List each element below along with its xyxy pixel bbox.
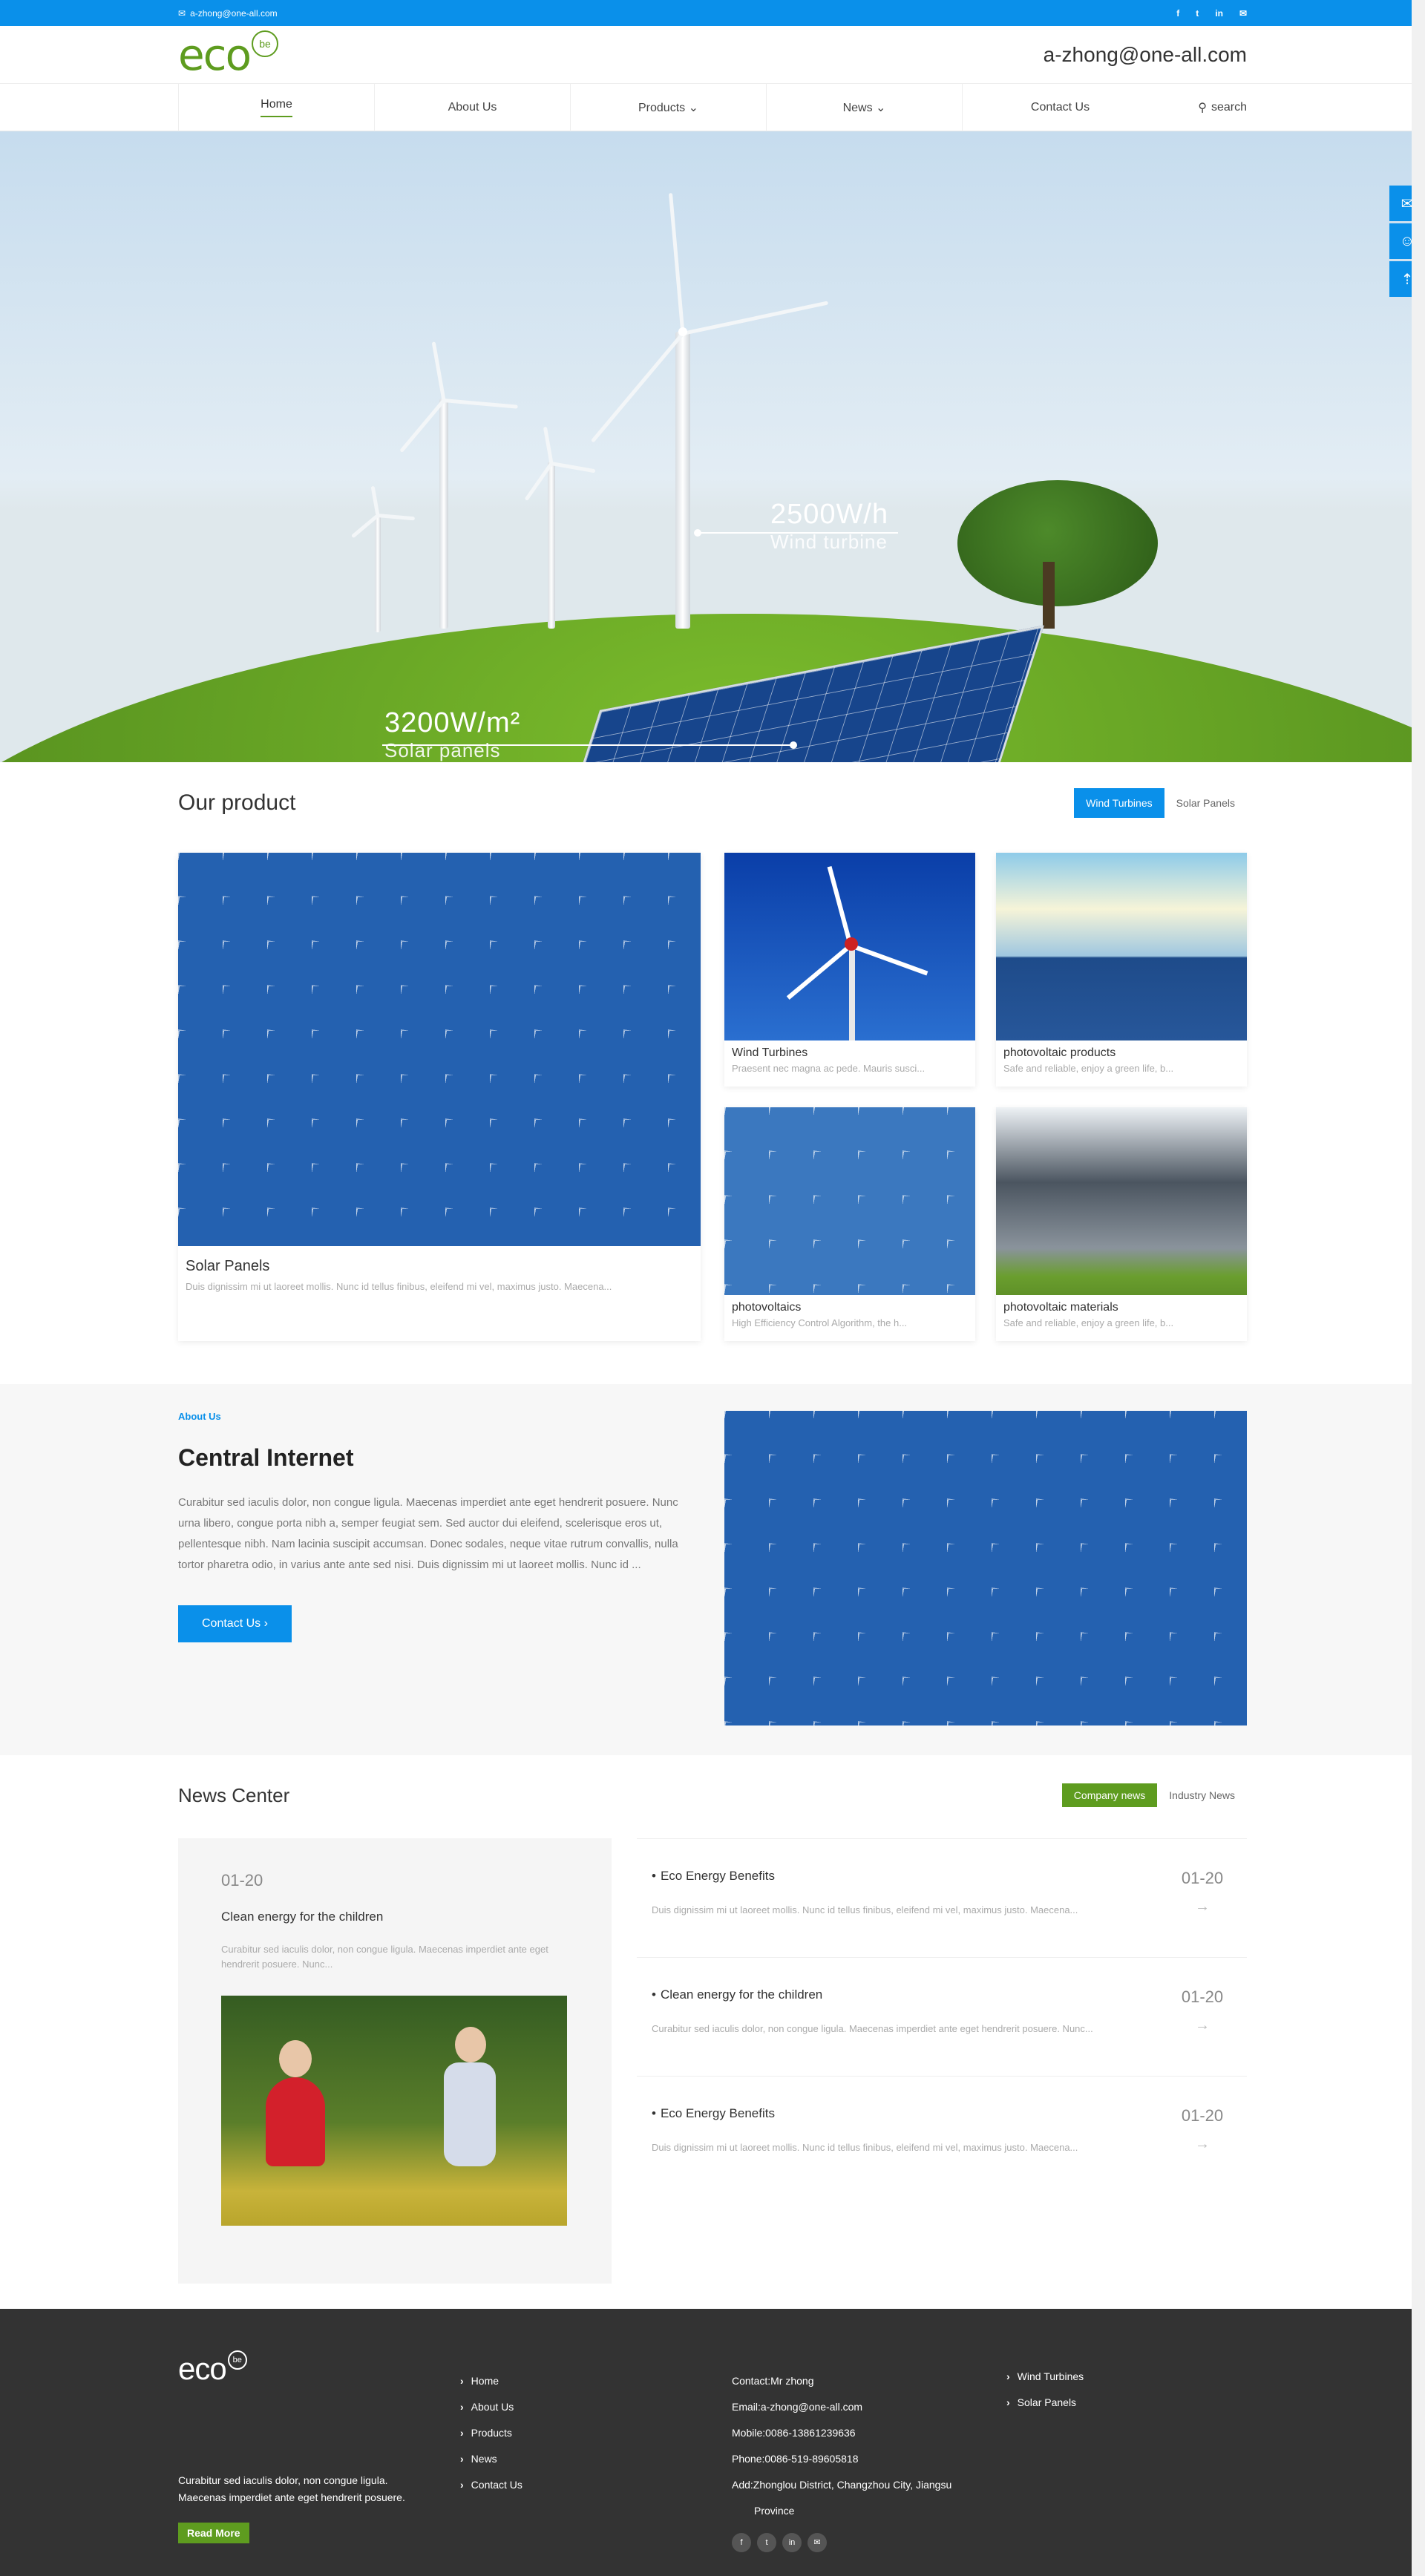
news-excerpt: Curabitur sed iaculis dolor, non congue …: [221, 1944, 548, 1970]
footer-text: Curabitur sed iaculis dolor, non congue …: [178, 2474, 405, 2503]
product-tabs: Wind Turbines Solar Panels: [1074, 788, 1247, 818]
product-card[interactable]: photovoltaic products Safe and reliable,…: [996, 853, 1247, 1087]
nav-about[interactable]: About Us: [374, 84, 570, 131]
facebook-icon[interactable]: f: [1176, 8, 1179, 19]
nav-contact[interactable]: Contact Us: [962, 84, 1158, 131]
nav-news[interactable]: News ⌄: [766, 84, 962, 131]
arrow-right-icon[interactable]: →: [1173, 1898, 1232, 1915]
arrow-right-icon[interactable]: →: [1173, 2017, 1232, 2034]
news-date: 01-20: [221, 1871, 263, 1890]
solar-callout-dot: [790, 741, 797, 749]
topbar-social: f t in ✉: [1176, 8, 1247, 19]
arrow-right-icon[interactable]: →: [1173, 2136, 1232, 2153]
search-icon: ⚲: [1198, 102, 1207, 114]
wind-callout-dot: [694, 529, 701, 537]
turbine-hub: [678, 327, 687, 336]
products-title: Our product: [178, 790, 296, 815]
news-section: News Center Company news Industry News 0…: [178, 1783, 1247, 2284]
tab-solar-panels[interactable]: Solar Panels: [1164, 788, 1247, 818]
news-list: Eco Energy BenefitsDuis dignissim mi ut …: [637, 1838, 1247, 2284]
product-image: [724, 1107, 975, 1295]
turbine-blade: [399, 399, 445, 453]
tab-wind-turbines[interactable]: Wind Turbines: [1074, 788, 1164, 818]
turbine-blade: [668, 193, 685, 334]
footer: eco be Curabitur sed iaculis dolor, non c…: [0, 2309, 1425, 2576]
turbine-blade: [377, 514, 416, 521]
product-image: [996, 853, 1247, 1040]
linkedin-icon[interactable]: in: [1215, 8, 1223, 19]
footer-contact: Contact:Mr zhong Email:a-zhong@one-all.c…: [732, 2353, 1006, 2552]
footer-logo[interactable]: eco be: [178, 2350, 460, 2385]
read-more-button[interactable]: Read More: [178, 2523, 249, 2543]
email-icon[interactable]: ✉: [1239, 8, 1247, 19]
product-card[interactable]: photovoltaic materials Safe and reliable…: [996, 1107, 1247, 1341]
linkedin-icon[interactable]: in: [782, 2533, 802, 2552]
nav-home[interactable]: Home: [178, 84, 374, 131]
news-list-item[interactable]: Clean energy for the childrenCurabitur s…: [637, 1957, 1247, 2076]
search-button[interactable]: ⚲ search: [1158, 84, 1247, 131]
footer-links: Home About Us Products News Contact Us: [460, 2353, 732, 2552]
scrollbar[interactable]: [1412, 0, 1425, 2576]
header-email[interactable]: a-zhong@one-all.com: [1044, 43, 1247, 67]
product-card-featured[interactable]: Solar Panels Duis dignissim mi ut laoree…: [178, 853, 701, 1341]
news-image: [221, 1996, 567, 2226]
turbine-tower: [675, 332, 690, 629]
contact-us-button[interactable]: Contact Us ›: [178, 1605, 292, 1642]
turbine-blade: [682, 301, 829, 335]
turbine-blade: [443, 399, 518, 409]
footer-link-about[interactable]: About Us: [460, 2394, 732, 2420]
main-nav: Home About Us Products ⌄ News ⌄ Contact …: [0, 84, 1425, 131]
footer-link-home[interactable]: Home: [460, 2368, 732, 2394]
tree-trunk: [1043, 562, 1055, 629]
product-image: [724, 853, 975, 1040]
footer-product-solar[interactable]: Solar Panels: [1006, 2390, 1084, 2416]
news-tabs: Company news Industry News: [1061, 1783, 1247, 1807]
turbine-tower: [375, 514, 381, 632]
solar-callout: 3200W/m² Solar panels: [384, 707, 521, 761]
news-list-item[interactable]: Eco Energy BenefitsDuis dignissim mi ut …: [637, 2076, 1247, 2195]
facebook-icon[interactable]: f: [732, 2533, 751, 2552]
about-section: About Us Central Internet Curabitur sed …: [0, 1384, 1425, 1755]
top-bar: ✉ a-zhong@one-all.com f t in ✉: [0, 0, 1425, 26]
about-image: [724, 1411, 1247, 1725]
products-section: Our product Wind Turbines Solar Panels S…: [178, 784, 1247, 1341]
tab-industry-news[interactable]: Industry News: [1157, 1783, 1247, 1807]
about-text: Curabitur sed iaculis dolor, non congue …: [178, 1496, 678, 1571]
hero-banner: 2500W/h Wind turbine 3200W/m² Solar panels: [0, 131, 1425, 762]
wind-callout: 2500W/h Wind turbine: [770, 499, 889, 553]
nav-products[interactable]: Products ⌄: [570, 84, 766, 131]
email-icon[interactable]: ✉: [808, 2533, 827, 2552]
featured-news[interactable]: 01-20 Clean energy for the children Cura…: [178, 1838, 612, 2284]
news-title: Clean energy for the children: [221, 1910, 384, 1924]
twitter-icon[interactable]: t: [757, 2533, 776, 2552]
footer-products: Wind Turbines Solar Panels: [1006, 2353, 1084, 2552]
about-title: Central Internet: [178, 1444, 354, 1471]
turbine-blade: [551, 462, 596, 473]
header: eco be a-zhong@one-all.com: [0, 26, 1425, 84]
turbine-blade: [370, 485, 380, 516]
turbine-tower: [439, 399, 448, 629]
turbine-blade: [543, 426, 554, 464]
twitter-icon[interactable]: t: [1196, 8, 1199, 19]
news-list-item[interactable]: Eco Energy BenefitsDuis dignissim mi ut …: [637, 1838, 1247, 1957]
footer-link-news[interactable]: News: [460, 2446, 732, 2472]
product-card[interactable]: photovoltaics High Efficiency Control Al…: [724, 1107, 975, 1341]
logo[interactable]: eco be: [178, 30, 279, 76]
about-kicker: About Us: [178, 1411, 221, 1422]
mail-icon: ✉: [178, 7, 186, 19]
topbar-email[interactable]: ✉ a-zhong@one-all.com: [178, 8, 278, 19]
turbine-blade: [590, 332, 684, 443]
product-card[interactable]: Wind Turbines Praesent nec magna ac pede…: [724, 853, 975, 1087]
footer-link-products[interactable]: Products: [460, 2420, 732, 2446]
footer-social: f t in ✉: [732, 2533, 1006, 2552]
product-image: [178, 853, 701, 1246]
footer-product-wind[interactable]: Wind Turbines: [1006, 2364, 1084, 2390]
tab-company-news[interactable]: Company news: [1061, 1783, 1158, 1807]
turbine-blade: [431, 341, 446, 401]
news-title: News Center: [178, 1783, 290, 1806]
footer-link-contact[interactable]: Contact Us: [460, 2472, 732, 2498]
tree: [957, 480, 1158, 606]
turbine-tower: [548, 462, 555, 629]
product-image: [996, 1107, 1247, 1295]
